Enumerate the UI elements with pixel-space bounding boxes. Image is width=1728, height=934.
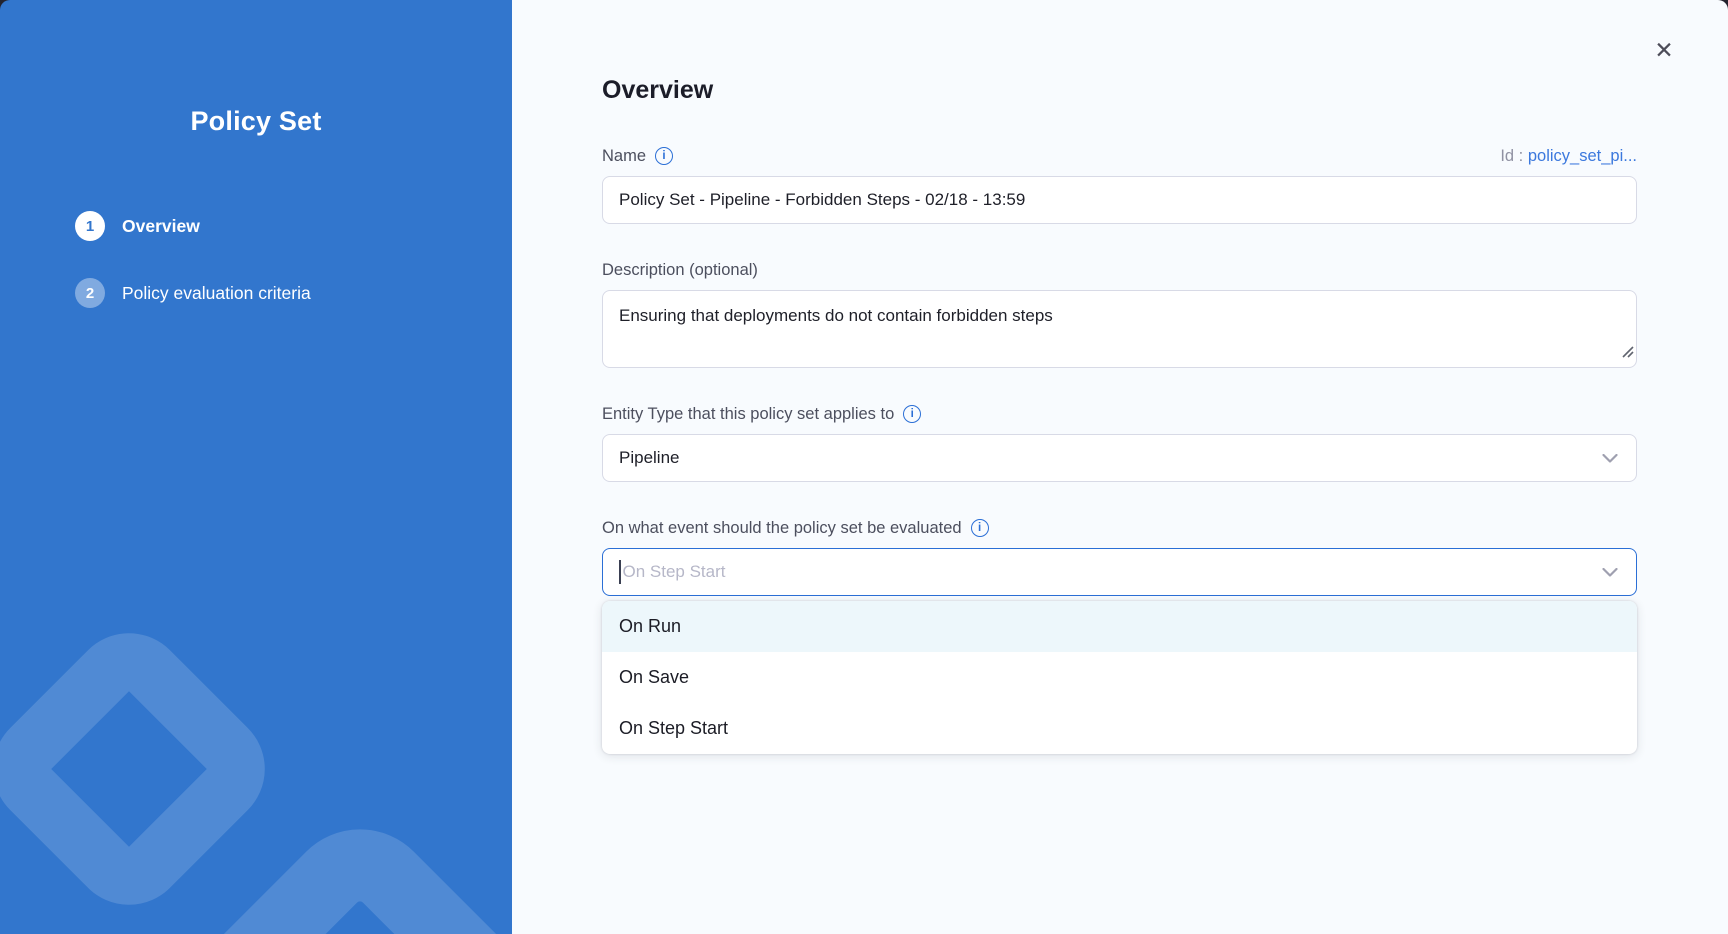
step-number-badge: 2 (75, 278, 105, 308)
step-label: Overview (122, 216, 200, 237)
name-input[interactable] (602, 176, 1637, 224)
step-item-overview[interactable]: 1 Overview (75, 211, 512, 241)
name-label-row: Name i Id : policy_set_pi... (602, 146, 1637, 166)
event-placeholder: On Step Start (623, 562, 1603, 582)
info-icon[interactable]: i (903, 405, 921, 423)
page-title: Overview (602, 0, 1637, 106)
description-textarea[interactable]: Ensuring that deployments do not contain… (602, 290, 1637, 368)
wizard-sidebar: Policy Set 1 Overview 2 Policy evaluatio… (0, 0, 512, 934)
menu-item-on-step-start[interactable]: On Step Start (602, 703, 1637, 754)
chevron-down-icon (1602, 448, 1618, 468)
entity-type-label: Entity Type that this policy set applies… (602, 404, 1637, 424)
policy-set-modal: Policy Set 1 Overview 2 Policy evaluatio… (0, 0, 1728, 934)
event-label: On what event should the policy set be e… (602, 518, 1637, 538)
description-text: Ensuring that deployments do not contain… (619, 306, 1053, 325)
step-label: Policy evaluation criteria (122, 283, 311, 304)
entity-type-value: Pipeline (619, 448, 680, 468)
menu-item-on-run[interactable]: On Run (602, 601, 1637, 652)
close-button[interactable]: ✕ (1650, 36, 1678, 64)
text-caret (619, 560, 621, 584)
sidebar-title: Policy Set (0, 106, 512, 137)
overview-panel: ✕ Overview Name i Id : policy_set_pi... … (512, 0, 1728, 934)
step-number-badge: 1 (75, 211, 105, 241)
id-link[interactable]: policy_set_pi... (1528, 147, 1637, 165)
close-icon: ✕ (1654, 39, 1673, 62)
name-label: Name i (602, 146, 673, 166)
info-icon[interactable]: i (971, 519, 989, 537)
info-icon[interactable]: i (655, 147, 673, 165)
event-select-input[interactable]: On Step Start (602, 548, 1637, 596)
event-options-menu: On Run On Save On Step Start (602, 601, 1637, 754)
policy-set-id: Id : policy_set_pi... (1500, 147, 1637, 166)
description-label: Description (optional) (602, 260, 1637, 280)
id-label: Id : (1500, 147, 1523, 165)
wizard-steps: 1 Overview 2 Policy evaluation criteria (0, 211, 512, 308)
entity-type-select[interactable]: Pipeline (602, 434, 1637, 482)
step-item-policy-evaluation-criteria[interactable]: 2 Policy evaluation criteria (75, 278, 512, 308)
menu-item-on-save[interactable]: On Save (602, 652, 1637, 703)
resize-handle-icon[interactable] (1621, 341, 1634, 365)
chevron-down-icon (1602, 562, 1618, 582)
brand-watermark-icon (0, 609, 289, 929)
